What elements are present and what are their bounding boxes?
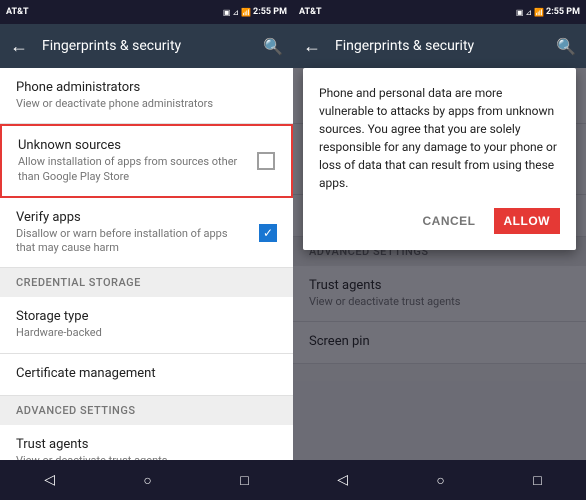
status-bar-left: AT&T ▣ ⊿ 📶 2:55 PM xyxy=(0,0,293,24)
unknown-sources-item[interactable]: Unknown sources Allow installation of ap… xyxy=(0,124,293,198)
unknown-sources-title: Unknown sources xyxy=(18,138,247,153)
nav-home-left[interactable]: ○ xyxy=(143,472,151,489)
storage-type-item[interactable]: Storage type Hardware-backed xyxy=(0,297,293,353)
nav-home-right[interactable]: ○ xyxy=(436,472,444,489)
content-left: Phone administrators View or deactivate … xyxy=(0,68,293,460)
search-icon-right[interactable]: 🔍 xyxy=(556,37,576,56)
back-button-right[interactable]: ← xyxy=(303,36,321,57)
dialog-buttons: CANCEL ALLOW xyxy=(319,208,560,234)
toolbar-left: ← Fingerprints & security 🔍 xyxy=(0,24,293,68)
search-icon-left[interactable]: 🔍 xyxy=(263,37,283,56)
nav-bar-right: ◁ ○ □ xyxy=(293,460,586,500)
nav-back-left[interactable]: ◁ xyxy=(44,472,55,488)
unknown-sources-text: Unknown sources Allow installation of ap… xyxy=(18,138,257,184)
cancel-button[interactable]: CANCEL xyxy=(413,208,486,234)
status-icons-left: ▣ ⊿ 📶 2:55 PM xyxy=(223,7,287,17)
nav-recent-right[interactable]: □ xyxy=(533,472,541,489)
verify-apps-item[interactable]: Verify apps Disallow or warn before inst… xyxy=(0,198,293,269)
carrier-right: AT&T xyxy=(299,7,322,17)
verify-apps-subtitle: Disallow or warn before installation of … xyxy=(16,227,249,256)
cert-management-item[interactable]: Certificate management xyxy=(0,354,293,396)
status-bar-right: AT&T ▣ ⊿ 📶 2:55 PM xyxy=(293,0,586,24)
storage-type-title: Storage type xyxy=(16,309,277,324)
toolbar-right: ← Fingerprints & security 🔍 xyxy=(293,24,586,68)
advanced-settings-header: ADVANCED SETTINGS xyxy=(0,396,293,425)
signal-icon-right: ▣ ⊿ 📶 xyxy=(516,8,544,17)
verify-apps-row: Verify apps Disallow or warn before inst… xyxy=(16,210,277,256)
status-icons-right: ▣ ⊿ 📶 2:55 PM xyxy=(516,7,580,17)
nav-back-right[interactable]: ◁ xyxy=(337,472,348,488)
phone-admins-subtitle: View or deactivate phone administrators xyxy=(16,97,277,111)
carrier-left: AT&T xyxy=(6,7,29,17)
nav-recent-left[interactable]: □ xyxy=(240,472,248,489)
verify-apps-checkbox[interactable]: ✓ xyxy=(259,224,277,242)
trust-agents-item-right: Trust agents View or deactivate trust ag… xyxy=(293,266,586,322)
check-icon: ✓ xyxy=(263,226,273,240)
nav-bar-left: ◁ ○ □ xyxy=(0,460,293,500)
unknown-sources-dialog: Phone and personal data are more vulnera… xyxy=(303,68,576,250)
verify-apps-text: Verify apps Disallow or warn before inst… xyxy=(16,210,259,256)
trust-agents-item[interactable]: Trust agents View or deactivate trust ag… xyxy=(0,425,293,460)
trust-agents-title-right: Trust agents xyxy=(309,278,570,293)
cert-management-title: Certificate management xyxy=(16,366,277,381)
left-phone-screen: AT&T ▣ ⊿ 📶 2:55 PM ← Fingerprints & secu… xyxy=(0,0,293,500)
verify-apps-title: Verify apps xyxy=(16,210,249,225)
page-title-right: Fingerprints & security xyxy=(335,38,556,54)
credential-storage-header: CREDENTIAL STORAGE xyxy=(0,268,293,297)
trust-agents-subtitle-right: View or deactivate trust agents xyxy=(309,295,570,309)
screen-pin-item-right: Screen pin xyxy=(293,322,586,364)
storage-type-subtitle: Hardware-backed xyxy=(16,326,277,340)
right-phone-screen: AT&T ▣ ⊿ 📶 2:55 PM ← Fingerprints & secu… xyxy=(293,0,586,500)
allow-button[interactable]: ALLOW xyxy=(494,208,561,234)
trust-agents-title: Trust agents xyxy=(16,437,277,452)
unknown-sources-subtitle: Allow installation of apps from sources … xyxy=(18,155,247,184)
signal-icon: ▣ ⊿ 📶 xyxy=(223,8,251,17)
unknown-sources-row: Unknown sources Allow installation of ap… xyxy=(18,138,275,184)
screen-pin-title-right: Screen pin xyxy=(309,334,570,349)
page-title-left: Fingerprints & security xyxy=(42,38,263,54)
phone-admins-item[interactable]: Phone administrators View or deactivate … xyxy=(0,68,293,124)
time-right: 2:55 PM xyxy=(546,7,580,17)
back-button-left[interactable]: ← xyxy=(10,36,28,57)
unknown-sources-checkbox[interactable] xyxy=(257,152,275,170)
dialog-message: Phone and personal data are more vulnera… xyxy=(319,84,560,192)
phone-admins-title: Phone administrators xyxy=(16,80,277,95)
time-left: 2:55 PM xyxy=(253,7,287,17)
